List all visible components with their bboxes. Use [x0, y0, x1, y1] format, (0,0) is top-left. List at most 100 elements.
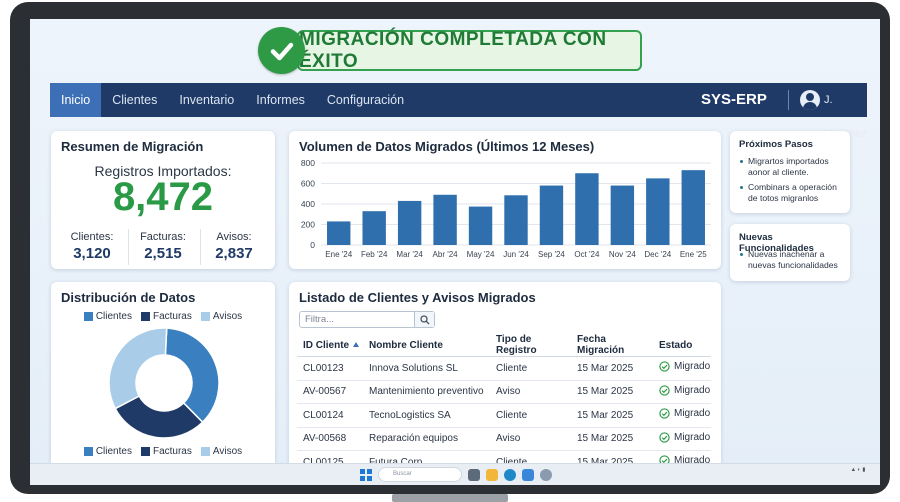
- stat-avisos: Avisos: 2,837: [197, 231, 271, 262]
- x-tick-label: Nov '24: [609, 250, 636, 259]
- edge-icon[interactable]: [504, 469, 516, 481]
- donut-slice[interactable]: [108, 327, 168, 410]
- data-distribution-card: Distribución de Datos Clientes Facturas …: [51, 282, 275, 472]
- store-icon[interactable]: [522, 469, 534, 481]
- list-item: Migrartos importados aonor al cliente.: [739, 156, 845, 178]
- nav-item-inicio[interactable]: Inicio: [50, 83, 102, 117]
- legend-label: Facturas: [152, 311, 192, 322]
- check-circle-icon: [659, 408, 670, 419]
- type-cell: Aviso: [490, 427, 571, 451]
- id-cell: AV-00567: [297, 380, 363, 404]
- banner-text: MIGRACIÓN COMPLETADA CON ÉXITO: [299, 28, 607, 72]
- check-circle-icon: [659, 361, 670, 372]
- bar[interactable]: [681, 170, 705, 245]
- donut-slice[interactable]: [164, 327, 220, 424]
- bar[interactable]: [362, 211, 386, 245]
- name-cell: Innova Solutions SL: [363, 356, 490, 381]
- filter-box: [299, 311, 435, 328]
- legend-item: Avisos: [200, 311, 243, 322]
- table-row[interactable]: CL00124 TecnoLogistics SA Cliente 15 Mar 20…: [297, 403, 711, 428]
- search-button[interactable]: [414, 312, 434, 327]
- records-table: ID Cliente Nombre Cliente Tipo de Regist…: [297, 334, 711, 472]
- migration-volume-card: Volumen de Datos Migrados (Últimos 12 Me…: [289, 131, 721, 269]
- list-item: Nuevas inachenar a nuevas funcionalidade…: [739, 249, 845, 271]
- user-name[interactable]: J. Martínez: [824, 83, 867, 140]
- bar[interactable]: [468, 206, 493, 245]
- date-cell: 15 Mar 2025: [571, 356, 653, 381]
- bar-chart: 0 200 400 600 800 Ene '24 Feb '24 Mar '24 Abr '2…: [301, 158, 711, 259]
- table-row[interactable]: AV-00568 Reparación equipos Aviso 15 Mar 20…: [297, 427, 711, 451]
- bar[interactable]: [397, 200, 422, 245]
- bar[interactable]: [610, 185, 635, 245]
- nav-item-configuracion[interactable]: Configuración: [316, 83, 415, 117]
- status-label: Migrado: [674, 431, 711, 443]
- nav-item-informes[interactable]: Informes: [245, 83, 316, 117]
- x-tick-label: Dec '24: [644, 250, 671, 259]
- brand-logo[interactable]: SYS-ERP: [701, 83, 767, 117]
- x-tick-label: Ene '25: [680, 250, 707, 259]
- card-title: Próximos Pasos: [739, 139, 813, 150]
- legend-label: Clientes: [95, 311, 132, 322]
- legend-label: Clientes: [95, 446, 132, 457]
- user-avatar-icon[interactable]: [800, 90, 820, 110]
- x-tick-label: Mar '24: [396, 250, 423, 259]
- date-cell: 15 Mar 2025: [571, 380, 653, 404]
- id-cell: AV-00568: [297, 427, 363, 451]
- name-cell: Mantenimiento preventivo: [363, 380, 490, 404]
- screen: MIGRACIÓN COMPLETADA CON ÉXITO Inicio Cl…: [30, 19, 880, 485]
- filter-input[interactable]: [300, 312, 414, 327]
- status-cell: Migrado: [653, 427, 711, 451]
- stat-value: 2,515: [144, 245, 182, 262]
- bar[interactable]: [433, 194, 457, 245]
- legend-label: Avisos: [212, 311, 243, 322]
- top-navbar: Inicio Clientes Inventario Informes Conf…: [50, 83, 867, 140]
- start-icon[interactable]: [360, 469, 372, 481]
- type-cell: Cliente: [490, 403, 571, 428]
- y-tick-label: 600: [301, 179, 315, 189]
- file-explorer-icon[interactable]: [486, 469, 498, 481]
- legend-item: Clientes: [83, 311, 132, 322]
- card-title: Distribución de Datos: [61, 290, 196, 305]
- bar[interactable]: [646, 178, 670, 245]
- legend-item: Avisos: [200, 446, 242, 457]
- column-header-type[interactable]: Tipo de Registro: [490, 334, 571, 357]
- card-title: Resumen de Migración: [61, 139, 204, 154]
- x-tick-label: Feb '24: [361, 250, 388, 259]
- x-tick-label: Abr '24: [433, 250, 459, 259]
- success-banner: MIGRACIÓN COMPLETADA CON ÉXITO: [258, 27, 642, 74]
- column-header-status[interactable]: Estado: [653, 334, 711, 357]
- id-cell: CL00124: [297, 403, 363, 428]
- monitor-frame: MIGRACIÓN COMPLETADA CON ÉXITO Inicio Cl…: [10, 2, 890, 494]
- bar[interactable]: [504, 195, 528, 245]
- status-label: Migrado: [674, 384, 711, 396]
- bar[interactable]: [327, 221, 351, 245]
- sort-asc-icon: [353, 341, 360, 347]
- table-row[interactable]: AV-00567 Mantenimiento preventivo Aviso 15 …: [297, 380, 711, 404]
- y-tick-label: 200: [301, 220, 315, 230]
- check-circle-icon: [659, 432, 670, 443]
- column-header-date[interactable]: Fecha Migración: [571, 334, 653, 357]
- taskbar-search[interactable]: Buscar: [378, 467, 462, 482]
- nav-item-inventario[interactable]: Inventario: [168, 83, 245, 117]
- type-cell: Aviso: [490, 380, 571, 404]
- legend-top: Clientes Facturas Avisos: [51, 311, 275, 322]
- system-tray[interactable]: ▲ ◐ ▮: [851, 467, 870, 474]
- bar[interactable]: [539, 185, 564, 245]
- status-badge: Migrado: [659, 408, 710, 419]
- name-cell: TecnoLogistics SA: [363, 403, 490, 428]
- task-view-icon[interactable]: [468, 469, 480, 481]
- migrated-records-card: Listado de Clientes y Avisos Migrados ID…: [289, 282, 721, 472]
- x-tick-label: Ene '24: [325, 250, 352, 259]
- settings-icon[interactable]: [540, 469, 552, 481]
- new-features-card: Nuevas Funcionalidades Nuevas inachenar …: [730, 224, 850, 281]
- status-label: Migrado: [674, 408, 711, 420]
- type-cell: Cliente: [490, 356, 571, 381]
- date-cell: 15 Mar 2025: [571, 427, 653, 451]
- column-header-id[interactable]: ID Cliente: [297, 334, 363, 357]
- column-header-name[interactable]: Nombre Cliente: [363, 334, 490, 357]
- bar[interactable]: [575, 173, 599, 245]
- nav-item-clientes[interactable]: Clientes: [101, 83, 168, 117]
- table-row[interactable]: CL00123 Innova Solutions SL Cliente 15 Mar …: [297, 356, 711, 381]
- check-circle-icon: [659, 385, 670, 396]
- list-item: Combinars a operación de totos migranlos: [739, 182, 845, 204]
